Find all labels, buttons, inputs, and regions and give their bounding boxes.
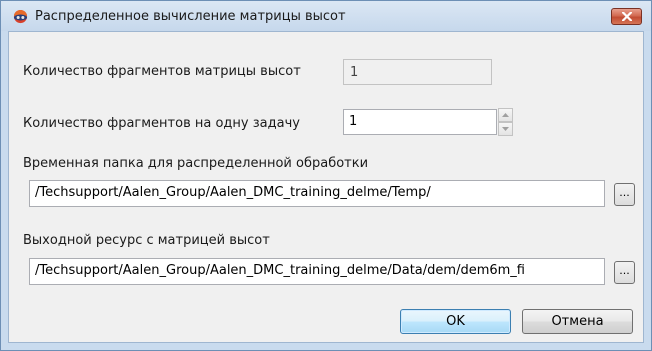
temp-folder-label: Временная папка для распределенной обраб… xyxy=(23,156,369,171)
fragments-count-label: Количество фрагментов матрицы высот xyxy=(23,64,301,79)
fragments-per-task-input[interactable]: 1 xyxy=(343,109,497,135)
title-bar[interactable]: Распределенное вычисление матрицы высот xyxy=(1,1,651,31)
close-icon xyxy=(622,12,632,21)
fragments-per-task-label: Количество фрагментов на одну задачу xyxy=(23,116,300,131)
output-resource-input[interactable]: /Techsupport/Aalen_Group/Aalen_DMC_train… xyxy=(29,258,605,285)
close-button[interactable] xyxy=(611,8,642,25)
dialog-window: Распределенное вычисление матрицы высот … xyxy=(0,0,652,351)
window-title: Распределенное вычисление матрицы высот xyxy=(35,9,346,24)
output-resource-label: Выходной ресурс с матрицей высот xyxy=(23,233,270,248)
app-logo-icon xyxy=(13,9,28,24)
output-resource-browse-button[interactable]: ... xyxy=(614,261,635,284)
spin-down-icon xyxy=(502,127,509,131)
fragments-count-value: 1 xyxy=(343,59,492,85)
dialog-body: Количество фрагментов матрицы высот 1 Ко… xyxy=(8,31,644,343)
spin-down-button[interactable] xyxy=(498,122,513,136)
temp-folder-browse-button[interactable]: ... xyxy=(614,183,635,206)
cancel-button[interactable]: Отмена xyxy=(522,309,633,334)
temp-folder-input[interactable]: /Techsupport/Aalen_Group/Aalen_DMC_train… xyxy=(29,180,605,207)
ok-button[interactable]: OK xyxy=(400,309,511,334)
spin-up-icon xyxy=(502,113,509,117)
spin-up-button[interactable] xyxy=(498,108,513,122)
